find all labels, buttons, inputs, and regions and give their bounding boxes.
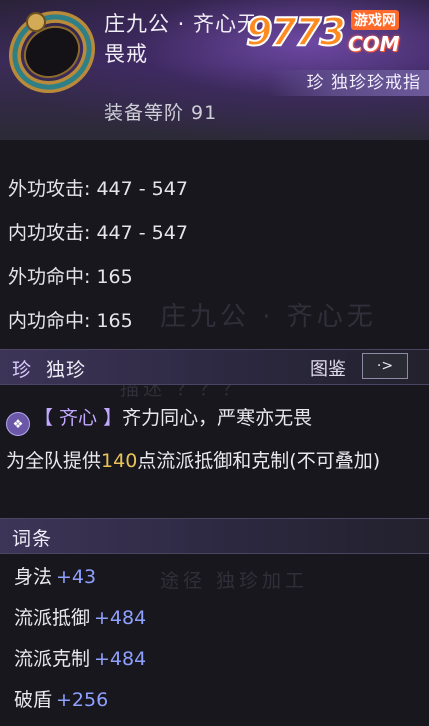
unique-title: 独珍 (46, 359, 87, 381)
watermark-digits: 9773 (245, 9, 347, 55)
codex-button[interactable]: ·> (362, 353, 408, 379)
codex-label[interactable]: 图鉴 (310, 355, 346, 381)
effect-header: ❖ 【 齐心 】齐力同心，严寒亦无畏 (6, 403, 312, 436)
stats-list: 外功攻击: 447 - 547 内功攻击: 447 - 547 外功命中: 16… (0, 176, 429, 352)
stat-value: 447 - 547 (96, 222, 188, 244)
item-header: 庄九公 · 齐心无 畏戒 9773 游戏网 COM 珍 独珍珍戒指 装备等阶 9… (0, 0, 429, 140)
affix-row: 身法 +43 (14, 562, 146, 603)
unique-section-title: 珍独珍 (12, 355, 86, 382)
stat-row: 内功命中: 165 (8, 310, 133, 332)
item-name: 庄九公 · 齐心无 (104, 12, 254, 36)
gear-level: 装备等阶 91 (104, 102, 218, 124)
effect-description: 为全队提供140点流派抵御和克制(不可叠加) (6, 445, 421, 478)
affix-label: 身法 (14, 566, 53, 588)
watermark-com: COM (348, 32, 400, 56)
stat-label: 内功命中 (8, 310, 85, 332)
affix-row: 流派抵御 +484 (14, 603, 146, 644)
affix-value: +256 (56, 689, 109, 711)
stat-label: 外功攻击 (8, 178, 85, 200)
affix-list: 身法 +43 流派抵御 +484 流派克制 +484 破盾 +256 (14, 562, 146, 726)
effect-text-after: 点流派抵御和克制(不可叠加) (137, 450, 381, 472)
affix-label: 流派克制 (14, 648, 91, 670)
effect-text-before: 为全队提供 (6, 450, 102, 472)
stat-label: 内功攻击 (8, 222, 85, 244)
effect-summary: 齐力同心，严寒亦无畏 (122, 407, 313, 429)
effect-amount: 140 (101, 450, 138, 472)
stat-value: 165 (96, 310, 133, 332)
stat-value: 447 - 547 (96, 178, 188, 200)
ghost-source-text: 途径 独珍加工 (160, 570, 309, 592)
stat-row: 外功命中: 165 (8, 266, 133, 288)
affix-row: 流派克制 +484 (14, 644, 146, 685)
effect-diamond-icon: ❖ (6, 412, 30, 436)
affix-row: 破盾 +256 (14, 685, 146, 726)
affix-label: 流派抵御 (14, 607, 91, 629)
stat-label: 外功命中 (8, 266, 85, 288)
affix-section-header: 词条 (0, 518, 429, 554)
watermark-site: 游戏网 (351, 10, 399, 30)
rarity-gem-icon: 珍 (12, 359, 33, 381)
affix-value: +43 (56, 566, 97, 588)
item-name-continued: 畏戒 (104, 42, 148, 66)
affix-section-title: 词条 (12, 528, 53, 550)
stat-row: 外功攻击: 447 - 547 (8, 178, 188, 200)
rarity-tag: 珍 独珍珍戒指 (269, 70, 429, 96)
site-watermark: 9773 游戏网 COM (245, 6, 426, 62)
stat-value: 165 (96, 266, 133, 288)
affix-value: +484 (94, 607, 147, 629)
unique-section-header: 珍独珍 图鉴 ·> (0, 349, 429, 385)
effect-name: 【 齐心 】 (34, 407, 123, 429)
affix-label: 破盾 (14, 689, 53, 711)
stat-row: 内功攻击: 447 - 547 (8, 222, 188, 244)
ring-item-icon (8, 10, 96, 94)
affix-value: +484 (94, 648, 147, 670)
